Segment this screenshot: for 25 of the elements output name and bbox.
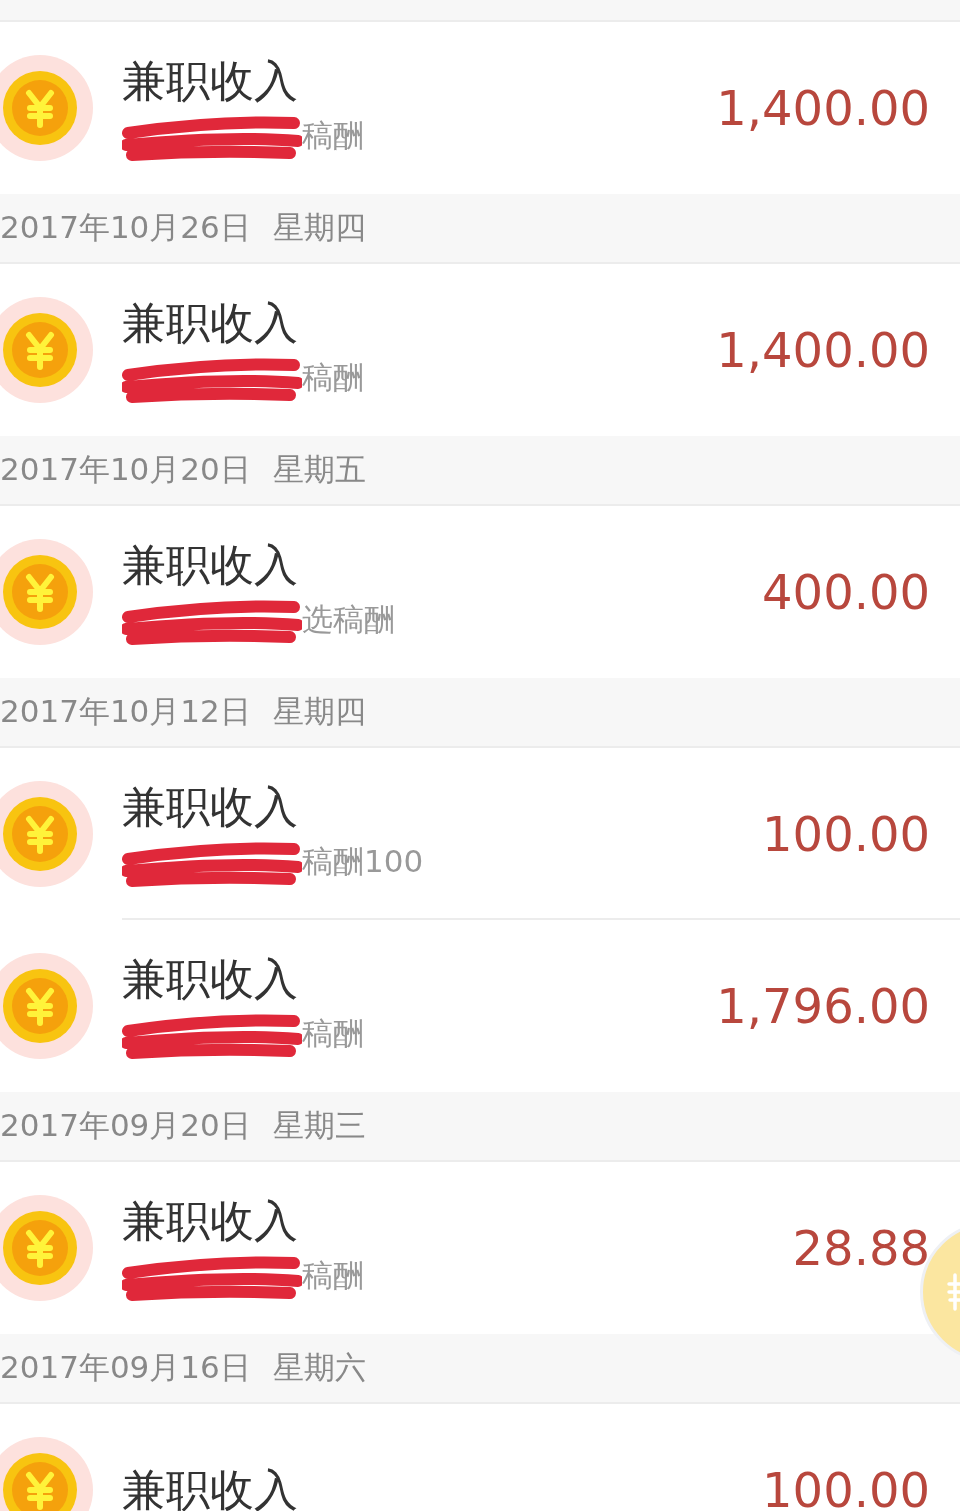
amount: 100.00 [762, 806, 930, 862]
transaction-note: 稿酬 [302, 358, 364, 398]
transaction-note: 稿酬 [302, 116, 364, 156]
date-header: 2017年10月26日 星期四 [0, 194, 960, 264]
date-header: 2017年10月20日 星期五 [0, 436, 960, 506]
amount: 28.88 [792, 1220, 930, 1276]
transaction-title: 兼职收入 [122, 952, 299, 1006]
amount: 1,400.00 [716, 80, 930, 136]
transaction-title: 兼职收入 [122, 296, 299, 350]
transaction-note: 稿酬 [302, 1256, 364, 1296]
amount: 1,796.00 [716, 978, 930, 1034]
transaction-title: 兼职收入 [122, 538, 299, 592]
amount: 400.00 [762, 564, 930, 620]
transaction-note: 稿酬 [302, 1014, 364, 1054]
transaction-note: 稿酬100 [302, 842, 424, 882]
amount: 100.00 [762, 1462, 930, 1511]
date-header: 2017年10月12日 星期四 [0, 678, 960, 748]
transaction-title: 兼职收入 [122, 1463, 299, 1511]
transaction-note: 选稿酬 [302, 600, 395, 640]
transaction-title: 兼职收入 [122, 1194, 299, 1248]
amount: 1,400.00 [716, 322, 930, 378]
date-header: 2017年09月20日 星期三 [0, 1092, 960, 1162]
transaction-title: 兼职收入 [122, 54, 299, 108]
date-header: 2017年09月16日 星期六 [0, 1334, 960, 1404]
transaction-title: 兼职收入 [122, 780, 299, 834]
